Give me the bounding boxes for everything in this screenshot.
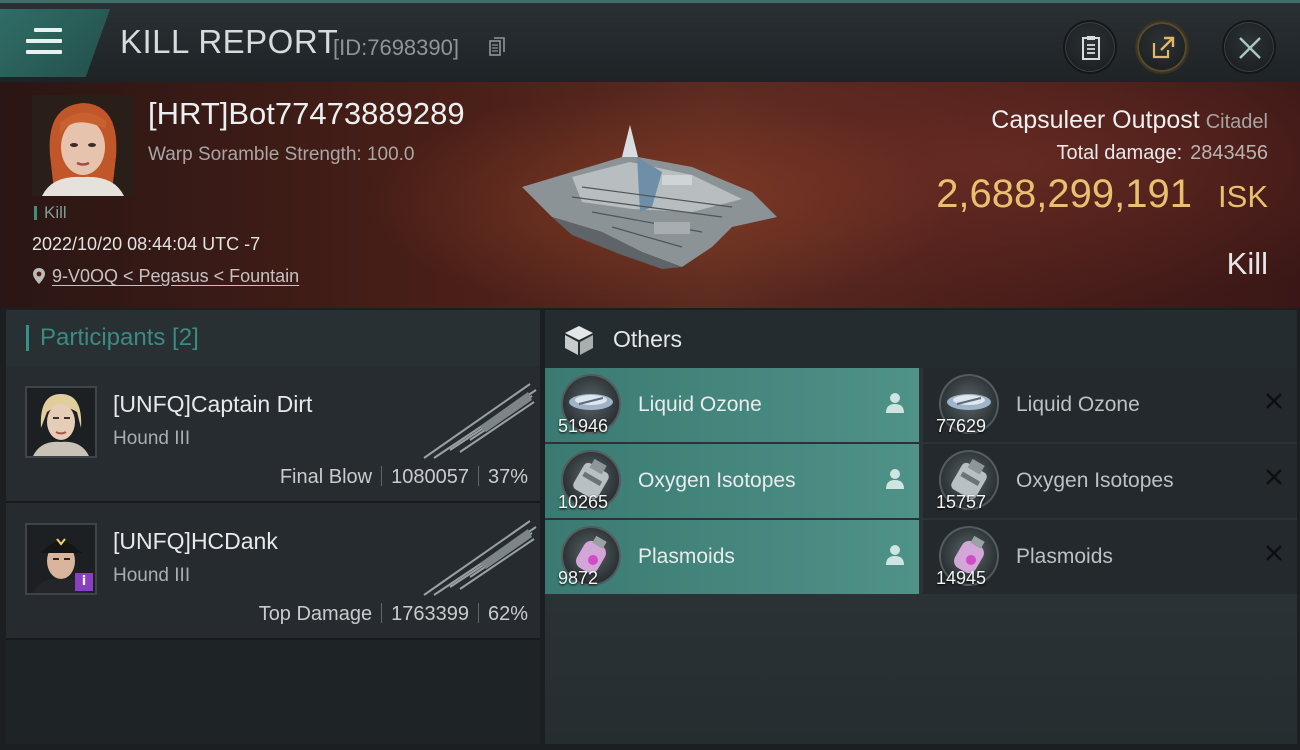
participant-card[interactable]: i [UNFQ]HCDank Hound III Top Damage 17633… — [6, 503, 540, 640]
destroyed-x-icon — [1266, 393, 1282, 409]
participants-panel: Participants [2] [UNFQ]Captain Dirt Houn… — [6, 310, 540, 744]
person-icon — [886, 393, 904, 413]
victim-name[interactable]: [HRT]Bot77473889289 — [148, 96, 465, 132]
share-icon — [1152, 36, 1175, 59]
structure-class: Citadel — [1205, 111, 1268, 133]
item-name: Liquid Ozone — [1016, 393, 1140, 416]
person-icon — [886, 545, 904, 565]
participant-name[interactable]: [UNFQ]Captain Dirt — [113, 391, 312, 418]
loot-item[interactable]: 77629 Liquid Ozone — [923, 368, 1297, 442]
participant-role: Top Damage — [258, 603, 373, 625]
participant-name[interactable]: [UNFQ]HCDank — [113, 528, 278, 555]
close-button[interactable] — [1222, 20, 1276, 74]
structure-type: Capsuleer Outpost Citadel — [991, 106, 1268, 135]
item-quantity: 9872 — [558, 568, 599, 588]
item-name: Oxygen Isotopes — [1016, 469, 1174, 492]
location-text: 9-V0OQ < Pegasus < Fountain — [52, 266, 300, 286]
participant-percent: 37% — [487, 466, 528, 488]
kill-summary-banner: [HRT]Bot77473889289 Warp Soramble Streng… — [0, 82, 1300, 308]
loot-item[interactable]: 14945 Plasmoids — [923, 520, 1297, 594]
page-title: KILL REPORT — [120, 23, 339, 60]
loot-item[interactable]: 15757 Oxygen Isotopes — [923, 444, 1297, 518]
total-damage-value: 2843456 — [1190, 142, 1268, 164]
close-icon — [1239, 37, 1261, 59]
clipboard-icon — [1082, 36, 1100, 60]
item-quantity: 51946 — [558, 416, 609, 436]
participant-damage: 1763399 — [391, 603, 469, 625]
loot-item[interactable]: 51946 Liquid Ozone — [545, 368, 919, 442]
person-icon — [886, 469, 904, 489]
cargo-box-icon — [565, 326, 593, 355]
others-empty-area — [545, 596, 1297, 744]
menu-button[interactable] — [0, 9, 110, 77]
total-damage-label: Total damage: — [1056, 142, 1183, 164]
participant-ship-image — [423, 383, 537, 459]
loot-item[interactable]: 9872 Plasmoids — [545, 520, 919, 594]
item-quantity: 77629 — [936, 416, 987, 436]
item-quantity: 14945 — [936, 568, 987, 588]
hamburger-icon — [26, 28, 62, 58]
item-name: Plasmoids — [638, 545, 735, 568]
kill-location-link[interactable]: 9-V0OQ < Pegasus < Fountain — [32, 266, 299, 287]
participant-stats: Final Blow 1080057 37% — [280, 466, 528, 489]
item-quantity: 15757 — [936, 492, 987, 512]
participant-ship: Hound III — [113, 565, 191, 586]
victim-portrait[interactable] — [32, 95, 133, 196]
item-name: Plasmoids — [1016, 545, 1113, 568]
header-accent-bar — [26, 325, 29, 351]
top-bar: KILL REPORT [ID:7698390] — [0, 0, 1300, 82]
isk-unit: ISK — [1218, 179, 1268, 214]
participant-ship: Hound III — [113, 428, 191, 449]
participant-ship-image — [423, 520, 537, 596]
avatar-image — [27, 388, 95, 456]
copy-icon[interactable] — [489, 37, 505, 57]
participant-damage: 1080057 — [391, 466, 469, 488]
kill-timestamp: 2022/10/20 08:44:04 UTC -7 — [32, 234, 261, 254]
destroyed-x-icon — [1266, 545, 1282, 561]
participant-avatar[interactable] — [25, 386, 97, 458]
participant-avatar[interactable]: i — [25, 523, 97, 595]
clipboard-button[interactable] — [1063, 20, 1117, 74]
result-label: Kill — [1226, 246, 1268, 281]
loot-item[interactable]: 10265 Oxygen Isotopes — [545, 444, 919, 518]
participants-title: Participants [2] — [40, 324, 199, 351]
structure-name: Capsuleer Outpost — [991, 106, 1200, 134]
location-pin-icon — [33, 268, 45, 284]
item-name: Oxygen Isotopes — [638, 469, 796, 492]
others-title: Others — [613, 326, 683, 352]
total-damage: Total damage: 2843456 — [1056, 142, 1268, 165]
participant-percent: 62% — [487, 603, 528, 625]
participants-header: Participants [2] — [6, 310, 540, 366]
item-name: Liquid Ozone — [638, 393, 762, 416]
warp-scramble-strength: Warp Soramble Strength: 100.0 — [148, 144, 415, 165]
victim-avatar — [32, 95, 133, 196]
participant-stats: Top Damage 1763399 62% — [259, 603, 528, 626]
share-button[interactable] — [1135, 20, 1189, 74]
item-quantity: 10265 — [558, 492, 609, 512]
info-badge-icon: i — [75, 573, 93, 591]
victim-structure-image — [522, 125, 777, 269]
isk-value: 2,688,299,191 — [936, 172, 1192, 216]
participant-role: Final Blow — [279, 466, 373, 488]
report-id: [ID:7698390] — [333, 35, 459, 60]
participant-card[interactable]: [UNFQ]Captain Dirt Hound III Final Blow 1… — [6, 366, 540, 503]
others-panel: Others 51946 Liquid Ozone 77629 Liquid O… — [545, 310, 1297, 744]
kill-tag: Kill — [34, 204, 67, 221]
others-header: Others — [545, 310, 1297, 368]
destroyed-x-icon — [1266, 469, 1282, 485]
